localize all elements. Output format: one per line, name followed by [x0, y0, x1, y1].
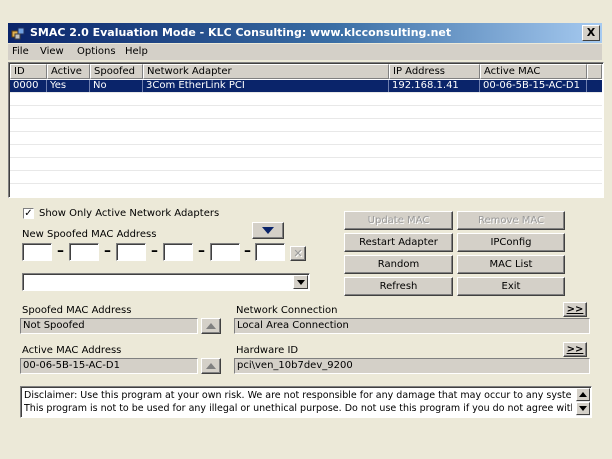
- triangle-up-icon: [206, 323, 216, 329]
- scroll-up-button[interactable]: [576, 388, 590, 401]
- disclaimer-line-2: This program is not to be used for any i…: [24, 403, 572, 414]
- menu-bar: File View Options Help: [8, 44, 602, 60]
- mac-octet-1[interactable]: [22, 243, 52, 261]
- mac-dash: –: [151, 243, 158, 259]
- column-network-adapter[interactable]: Network Adapter: [143, 64, 389, 79]
- mac-octet-2[interactable]: [69, 243, 99, 261]
- empty-row: [10, 106, 602, 119]
- mac-dropdown-toggle-button[interactable]: [252, 222, 284, 239]
- menu-file[interactable]: File: [12, 46, 29, 57]
- column-active[interactable]: Active: [47, 64, 90, 79]
- mac-dash: –: [104, 243, 111, 259]
- menu-view[interactable]: View: [40, 46, 64, 57]
- adapters-list[interactable]: ID Active Spoofed Network Adapter IP Add…: [8, 62, 604, 198]
- empty-row: [10, 171, 602, 184]
- spoofed-mac-field: Not Spoofed: [20, 318, 198, 334]
- mac-dash: –: [244, 243, 251, 259]
- update-mac-button[interactable]: Update MAC: [344, 211, 453, 230]
- random-button[interactable]: Random: [344, 255, 453, 274]
- new-mac-label: New Spoofed MAC Address: [22, 229, 157, 240]
- empty-row: [10, 158, 602, 171]
- mac-dash: –: [57, 243, 64, 259]
- disclaimer-text: Disclaimer: Use this program at your own…: [24, 389, 572, 415]
- window-title: SMAC 2.0 Evaluation Mode - KLC Consultin…: [30, 26, 452, 39]
- mac-octet-3[interactable]: [116, 243, 146, 261]
- cell-ip: 192.168.1.41: [389, 80, 480, 92]
- mac-octet-6[interactable]: [255, 243, 285, 261]
- mac-dash: –: [198, 243, 205, 259]
- column-spoofed[interactable]: Spoofed: [90, 64, 143, 79]
- exit-button[interactable]: Exit: [457, 277, 565, 296]
- disclaimer-line-1: Disclaimer: Use this program at your own…: [24, 390, 572, 401]
- active-mac-field: 00-06-5B-15-AC-D1: [20, 358, 198, 374]
- hardware-id-more-button[interactable]: >>: [563, 342, 587, 357]
- menu-help[interactable]: Help: [125, 46, 148, 57]
- close-button[interactable]: X: [582, 25, 600, 41]
- list-header: ID Active Spoofed Network Adapter IP Add…: [10, 64, 602, 79]
- column-id[interactable]: ID: [10, 64, 47, 79]
- network-connection-more-button[interactable]: >>: [563, 302, 587, 317]
- empty-row: [10, 93, 602, 106]
- cell-active: Yes: [47, 80, 90, 92]
- cell-spoofed: No: [90, 80, 143, 92]
- empty-row: [10, 132, 602, 145]
- cell-mac: 00-06-5B-15-AC-D1: [480, 80, 587, 92]
- cell-adapter: 3Com EtherLink PCI: [143, 80, 389, 92]
- triangle-down-icon: [297, 280, 305, 285]
- scroll-down-button[interactable]: [576, 402, 590, 415]
- app-icon: [11, 27, 25, 40]
- network-connection-label: Network Connection: [236, 305, 338, 316]
- x-icon: ✕: [293, 247, 303, 260]
- mac-octet-5[interactable]: [210, 243, 240, 261]
- show-only-active-label: Show Only Active Network Adapters: [39, 208, 220, 219]
- show-only-active-checkbox[interactable]: ✓: [23, 208, 34, 219]
- hardware-id-label: Hardware ID: [236, 345, 299, 356]
- triangle-up-icon: [206, 363, 216, 369]
- copy-spoofed-mac-button[interactable]: [201, 318, 221, 334]
- copy-active-mac-button[interactable]: [201, 358, 221, 374]
- clear-mac-button[interactable]: ✕: [290, 246, 306, 261]
- triangle-down-icon: [262, 227, 274, 234]
- cell-id: 0000: [10, 80, 47, 92]
- mac-octet-4[interactable]: [163, 243, 193, 261]
- empty-row: [10, 145, 602, 158]
- restart-adapter-button[interactable]: Restart Adapter: [344, 233, 453, 252]
- mac-history-combo[interactable]: [22, 273, 310, 291]
- hardware-id-field: pci\ven_10b7dev_9200: [234, 358, 590, 374]
- active-mac-label: Active MAC Address: [22, 345, 122, 356]
- spoofed-mac-label: Spoofed MAC Address: [22, 305, 132, 316]
- table-row[interactable]: 0000 Yes No 3Com EtherLink PCI 192.168.1…: [10, 80, 602, 93]
- empty-row: [10, 119, 602, 132]
- column-filler: [587, 64, 602, 79]
- title-bar[interactable]: SMAC 2.0 Evaluation Mode - KLC Consultin…: [8, 23, 602, 43]
- mac-list-button[interactable]: MAC List: [457, 255, 565, 274]
- column-active-mac[interactable]: Active MAC: [480, 64, 587, 79]
- smac-window: SMAC 2.0 Evaluation Mode - KLC Consultin…: [0, 0, 612, 459]
- disclaimer-scrollbar[interactable]: [576, 388, 590, 416]
- combo-dropdown-button[interactable]: [293, 275, 308, 289]
- network-connection-field: Local Area Connection: [234, 318, 590, 334]
- ipconfig-button[interactable]: IPConfig: [457, 233, 565, 252]
- column-ip-address[interactable]: IP Address: [389, 64, 480, 79]
- arrow-up-icon: [579, 392, 587, 397]
- remove-mac-button[interactable]: Remove MAC: [457, 211, 565, 230]
- refresh-button[interactable]: Refresh: [344, 277, 453, 296]
- arrow-down-icon: [579, 406, 587, 411]
- disclaimer-box[interactable]: Disclaimer: Use this program at your own…: [20, 386, 592, 418]
- menu-options[interactable]: Options: [77, 46, 116, 57]
